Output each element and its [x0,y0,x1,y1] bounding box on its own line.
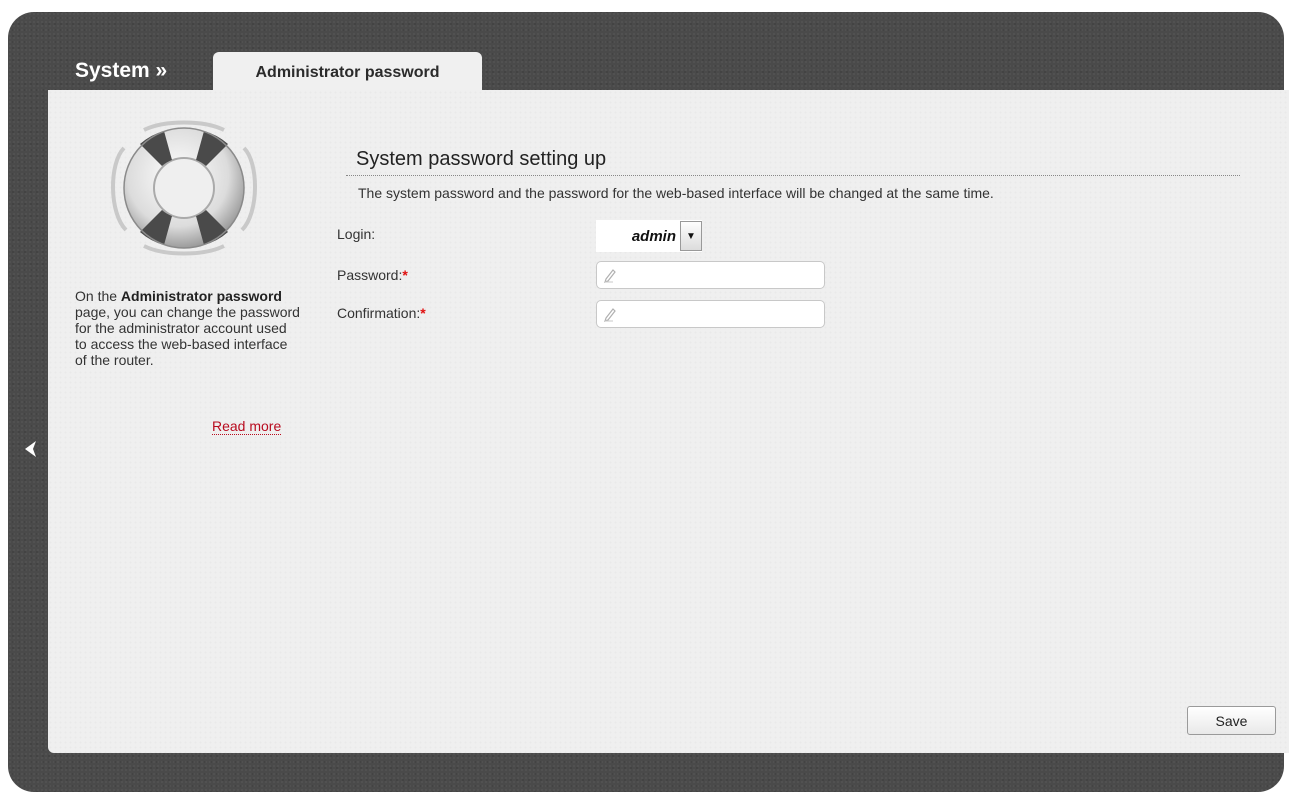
confirmation-label: Confirmation:* [337,305,426,321]
breadcrumb-root[interactable]: System » [75,59,167,83]
chevron-down-icon[interactable]: ▼ [680,221,702,251]
help-bold-page-name: Administrator password [120,288,282,304]
pencil-icon [604,308,616,322]
confirmation-field[interactable] [596,300,825,328]
tab-administrator-password[interactable]: Administrator password [213,52,482,93]
section-description: The system password and the password for… [358,185,994,201]
help-description: On the Administrator password page, you … [75,288,300,368]
password-field[interactable] [596,261,825,289]
password-label: Password:* [337,267,408,283]
lifebuoy-icon [104,118,264,258]
section-divider [346,175,1240,176]
login-select-value: admin [631,227,676,245]
confirmation-label-text: Confirmation: [337,305,421,321]
help-text-2: page, you can change the password for th… [75,304,300,368]
read-more-link[interactable]: Read more [212,418,282,435]
section-title: System password setting up [356,148,607,170]
password-label-text: Password: [337,267,403,283]
help-text-1: On the [75,288,121,304]
back-arrow-icon[interactable] [22,439,42,459]
login-label: Login: [337,226,376,242]
save-button[interactable]: Save [1187,706,1276,735]
required-mark: * [402,267,408,283]
pencil-icon [604,269,616,283]
login-select[interactable]: admin ▼ [596,220,702,252]
required-mark: * [420,305,426,321]
